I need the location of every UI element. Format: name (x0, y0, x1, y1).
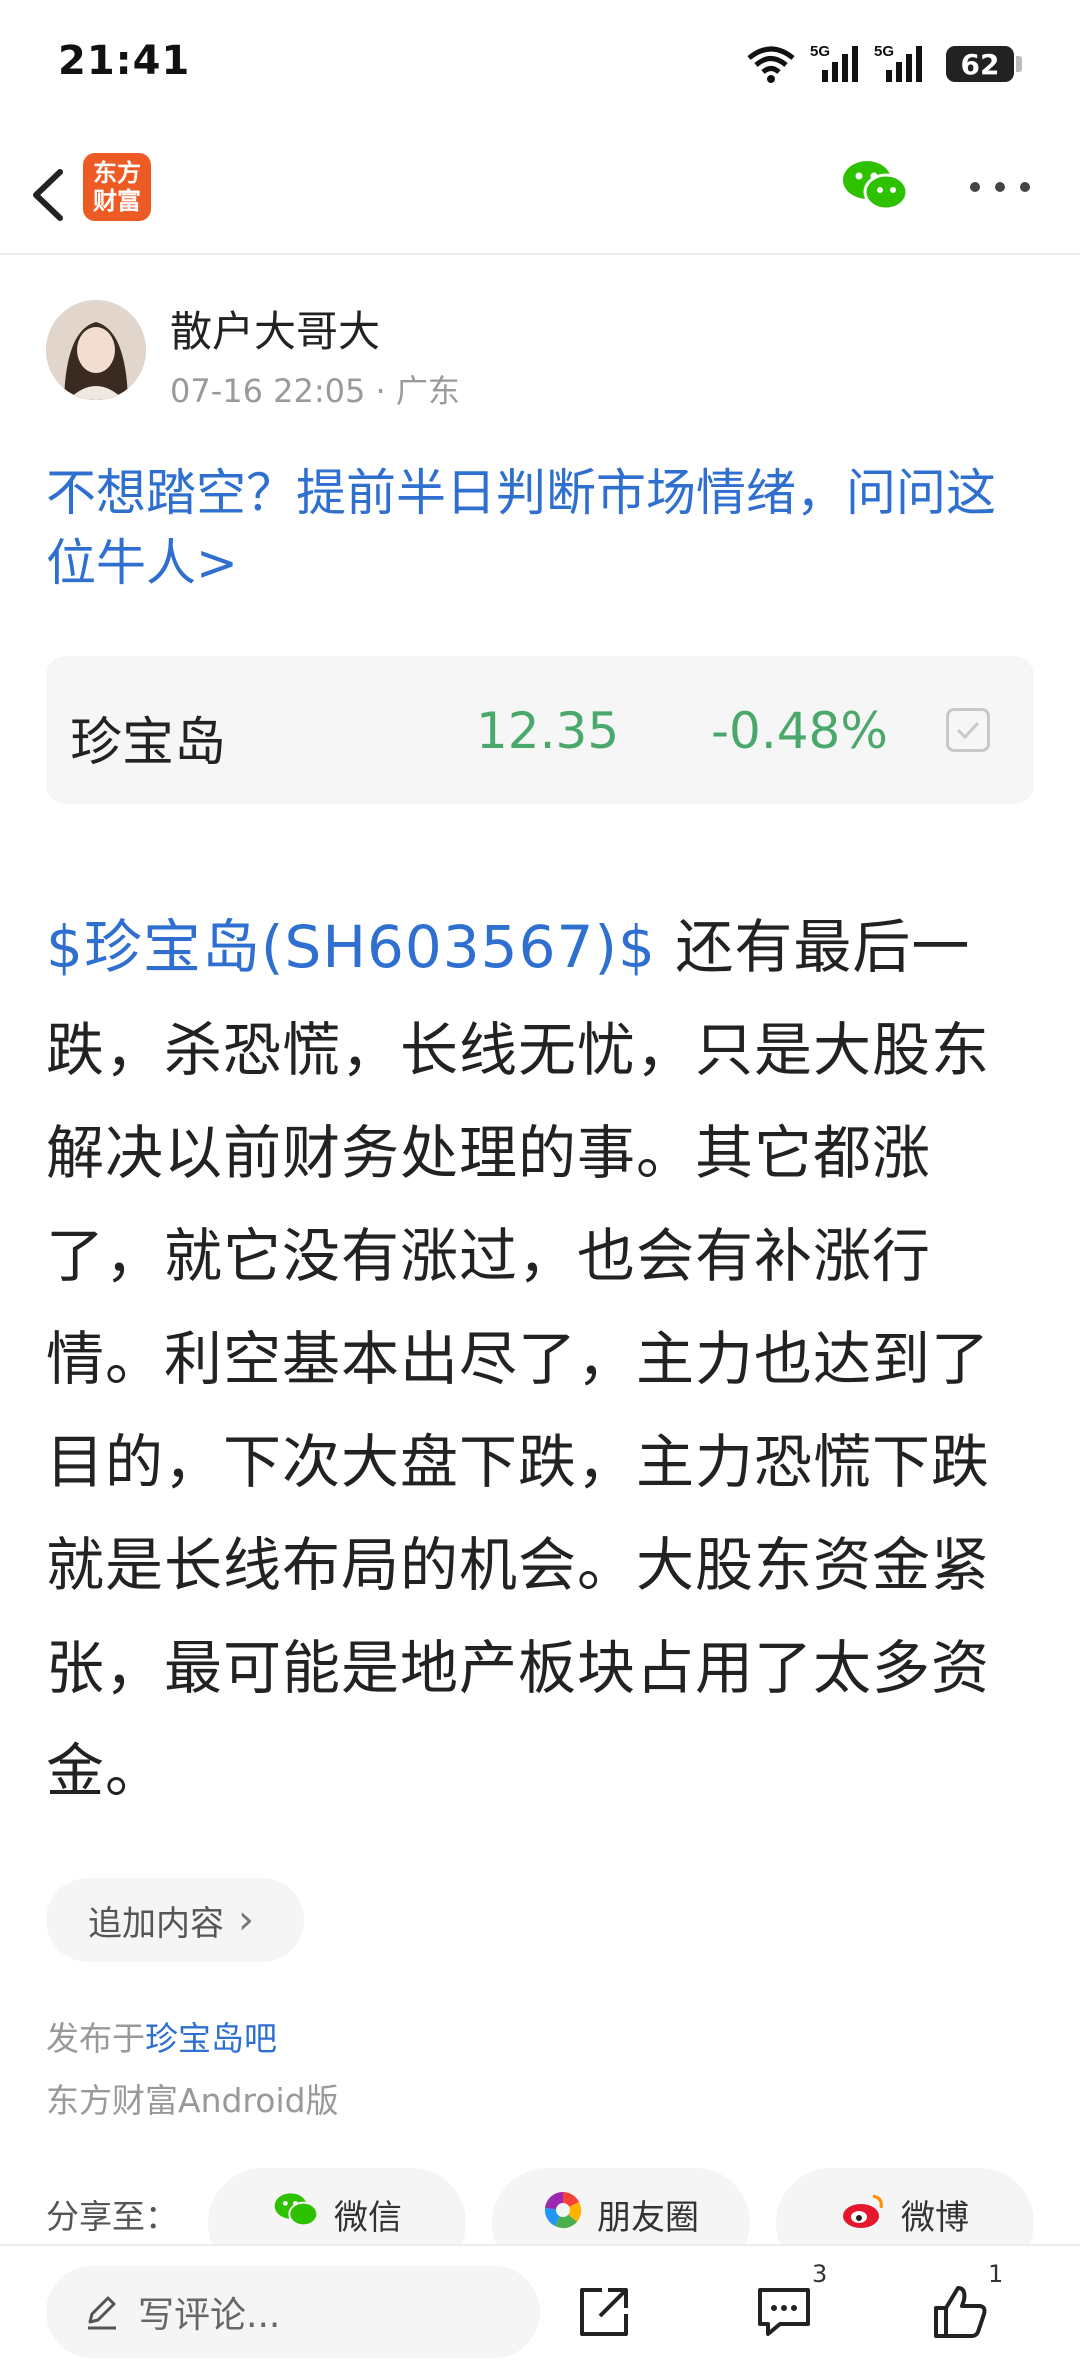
wechat-share-icon[interactable] (840, 156, 910, 216)
stock-price: 12.35 (476, 702, 620, 760)
author-avatar[interactable] (46, 300, 146, 400)
chevron-right-icon: › (238, 1897, 254, 1943)
share-wechat-button[interactable]: 微信 (208, 2168, 466, 2244)
share-row: 分享至： 微信 朋友圈 微博 (0, 2168, 1080, 2244)
battery-indicator: 62 (946, 46, 1022, 82)
share-weibo-button[interactable]: 微博 (776, 2168, 1034, 2244)
wifi-icon (747, 46, 795, 83)
wechat-icon (274, 2193, 319, 2227)
dot-icon (970, 182, 980, 192)
share-out-icon[interactable] (572, 2280, 636, 2344)
more-options-button[interactable] (970, 182, 1030, 196)
append-label: 追加内容 (88, 1903, 224, 1944)
comment-count-badge: 3 (812, 2260, 828, 2288)
posted-in: 发布于珍宝岛吧 (46, 2012, 277, 2060)
app-logo: 东方 财富 (83, 153, 151, 221)
comment-placeholder: 写评论... (138, 2295, 281, 2336)
back-button[interactable] (20, 160, 80, 230)
pencil-icon (88, 2296, 116, 2330)
stock-change: -0.48% (711, 702, 888, 760)
share-moments-button[interactable]: 朋友圈 (492, 2168, 750, 2244)
status-bar: 21:41 5G 5G 62 (0, 0, 1080, 130)
like-icon[interactable] (928, 2280, 992, 2344)
signal-5g-icon-2: 5G (874, 43, 922, 82)
stock-quote-card[interactable]: 珍宝岛 12.35 -0.48% (46, 656, 1034, 804)
comment-icon[interactable] (752, 2280, 816, 2344)
bottom-action-bar: 写评论... 3 1 (0, 2244, 1080, 2378)
share-weibo-label: 微博 (901, 2198, 969, 2238)
share-wechat-label: 微信 (334, 2198, 402, 2238)
posted-in-prefix: 发布于 (46, 2019, 145, 2058)
dot-icon (1020, 182, 1030, 192)
check-icon (956, 721, 980, 740)
like-count-badge: 1 (988, 2260, 1004, 2288)
post-meta: 07-16 22:05 · 广东 (170, 372, 460, 410)
stock-name: 珍宝岛 (70, 713, 227, 773)
comment-input[interactable]: 写评论... (46, 2266, 540, 2358)
share-label: 分享至： (46, 2197, 178, 2236)
svg-text:5G: 5G (810, 43, 830, 60)
client-source: 东方财富Android版 (46, 2081, 339, 2120)
bar-link[interactable]: 珍宝岛吧 (145, 2019, 277, 2058)
append-content-button[interactable]: 追加内容 › (46, 1878, 304, 1962)
author-name[interactable]: 散户大哥大 (170, 298, 380, 359)
svg-text:5G: 5G (874, 43, 894, 60)
post-content: $珍宝岛(SH603567)$ 还有最后一跌，杀恐慌，长线无忧，只是大股东解决以… (46, 896, 1036, 1823)
signal-5g-icon: 5G (810, 43, 858, 82)
status-time: 21:41 (58, 38, 191, 84)
moments-icon (544, 2191, 582, 2229)
add-watchlist-checkbox[interactable] (946, 708, 990, 752)
weibo-icon (843, 2194, 883, 2228)
share-moments-label: 朋友圈 (597, 2198, 699, 2238)
top-nav-bar: 东方 财富 (0, 130, 1080, 255)
post-text: 还有最后一跌，杀恐慌，长线无忧，只是大股东解决以前财务处理的事。其它都涨了，就它… (46, 913, 991, 1805)
promo-link[interactable]: 不想踏空？提前半日判断市场情绪，问问这位牛人> (46, 458, 1036, 598)
stock-mention-link[interactable]: $珍宝岛(SH603567)$ (46, 913, 656, 981)
dot-icon (995, 182, 1005, 192)
